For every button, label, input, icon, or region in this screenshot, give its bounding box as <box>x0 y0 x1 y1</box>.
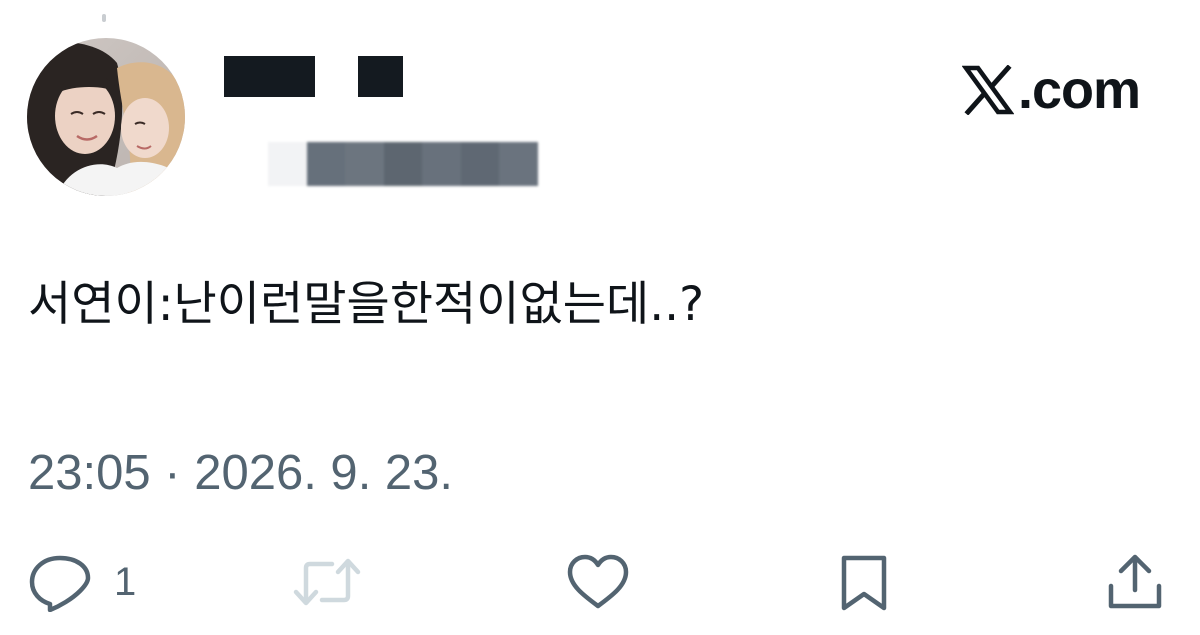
tweet-text: 서연이:난이런말을한적이없는데..? <box>28 277 705 332</box>
avatar[interactable] <box>27 38 185 196</box>
redacted-display-name-part <box>358 56 403 97</box>
reply-count: 1 <box>114 560 137 604</box>
share-button[interactable] <box>1105 552 1165 612</box>
x-logo-icon <box>962 65 1014 115</box>
brand-domain: .com <box>1018 60 1141 120</box>
bookmark-icon <box>841 555 887 611</box>
repost-button[interactable] <box>292 552 362 612</box>
bookmark-button[interactable] <box>836 552 892 612</box>
meta-separator: · <box>164 446 181 500</box>
redacted-display-name <box>224 56 315 97</box>
reply-bubble-icon <box>29 555 91 612</box>
reply-button[interactable]: 1 <box>26 552 136 612</box>
tweet-date: 2026. 9. 23. <box>194 446 454 500</box>
redacted-handle <box>268 142 539 186</box>
brand-logo: .com <box>962 58 1152 122</box>
repost-icon <box>293 558 361 606</box>
avatar-photo <box>27 38 185 196</box>
top-mark <box>102 14 106 22</box>
tweet-time: 23:05 <box>28 446 151 500</box>
heart-icon <box>567 554 629 609</box>
share-icon <box>1108 554 1162 609</box>
like-button[interactable] <box>565 552 631 612</box>
tweet-timestamp[interactable]: 23:05 · 2026. 9. 23. <box>28 445 453 501</box>
